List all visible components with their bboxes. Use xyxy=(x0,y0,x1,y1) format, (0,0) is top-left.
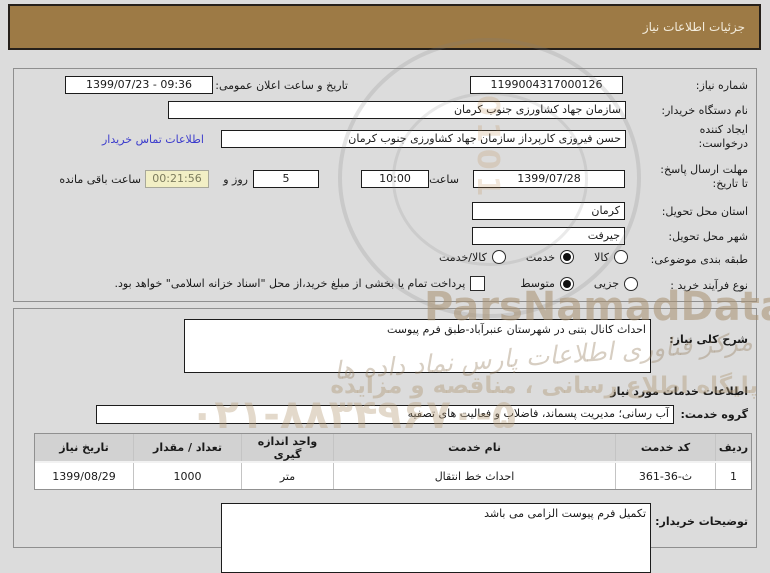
buyer-notes-box[interactable]: تکمیل فرم پیوست الزامی می باشد xyxy=(221,503,651,573)
deadline-label: مهلت ارسال پاسخ: تا تاریخ: xyxy=(660,163,748,190)
service-group-field[interactable]: آب رسانی؛ مدیریت پسماند، فاضلاب و فعالیت… xyxy=(96,405,674,424)
need-description-label: شرح کلی نیاز: xyxy=(669,333,748,346)
announce-datetime-field[interactable]: 1399/07/23 - 09:36 xyxy=(65,76,213,94)
buyer-notes-label: توضیحات خریدار: xyxy=(655,515,748,528)
cell-service-name: احداث خط انتقال xyxy=(333,463,615,489)
buyer-contact-link[interactable]: اطلاعات تماس خریدار xyxy=(102,133,204,147)
countdown-timer: 00:21:56 xyxy=(145,170,209,188)
header-need-date: تاریخ نیاز xyxy=(59,441,109,454)
process-type-label: نوع فرآیند خرید : xyxy=(670,279,748,292)
need-number-field[interactable]: 1199004317000126 xyxy=(470,76,623,94)
days-label: روز و xyxy=(223,173,248,186)
title-bar: جزئیات اطلاعات نیاز xyxy=(8,4,761,50)
header-service-code: کد خدمت xyxy=(615,434,715,461)
radio-service-icon[interactable] xyxy=(560,250,575,264)
deadline-date-field[interactable]: 1399/07/28 xyxy=(473,170,625,188)
hours-remaining-label: ساعت باقی مانده xyxy=(59,173,141,186)
buyer-org-label: نام دستگاه خریدار: xyxy=(661,104,748,117)
radio-goods-service-label: کالا/خدمت xyxy=(439,250,487,264)
service-group-label: گروه خدمت: xyxy=(680,408,748,421)
services-table: ردیف کد خدمت نام خدمت واحد اندازه گیری ت… xyxy=(34,433,752,490)
cell-need-date: 1399/08/29 xyxy=(52,469,116,483)
classification-options: کالا خدمت کالا/خدمت xyxy=(439,250,628,264)
services-table-header: ردیف کد خدمت نام خدمت واحد اندازه گیری ت… xyxy=(35,434,751,463)
need-description-box[interactable]: احداث کانال بتنی در شهرستان عنبرآباد-طبق… xyxy=(184,319,651,373)
treasury-checkbox-label: پرداخت تمام یا بخشی از مبلغ خرید،از محل … xyxy=(114,277,466,290)
cell-quantity: 1000 xyxy=(133,463,241,489)
table-row: 1 361-36-ث احداث خط انتقال متر 1000 1399… xyxy=(35,463,751,489)
cell-service-code: 361-36-ث xyxy=(615,463,715,489)
creator-field[interactable]: حسن فیروزی کارپرداز سازمان جهاد کشاورزی … xyxy=(221,130,626,148)
process-type-options: جزیی متوسط پرداخت تمام یا بخشی از مبلغ خ… xyxy=(115,276,638,291)
buyer-org-field[interactable]: سازمان جهاد کشاورزی جنوب کرمان xyxy=(168,101,626,119)
announce-datetime-label: تاریخ و ساعت اعلان عمومی: xyxy=(215,79,348,92)
creator-label: ایجاد کننده درخواست: xyxy=(698,123,748,150)
days-remaining-field: 5 xyxy=(253,170,319,188)
need-info-panel: شماره نیاز: 1199004317000126 تاریخ و ساع… xyxy=(13,68,757,302)
radio-partial-label: جزیی xyxy=(593,277,619,290)
need-number-label: شماره نیاز: xyxy=(695,79,748,92)
province-field[interactable]: کرمان xyxy=(472,202,625,220)
header-service-name: نام خدمت xyxy=(333,434,615,461)
header-row-number: ردیف xyxy=(715,434,751,461)
classification-label: طبقه بندی موضوعی: xyxy=(650,253,748,266)
page: { "titlebar": { "title": "جزئیات اطلاعات… xyxy=(0,0,770,573)
radio-medium-label: متوسط xyxy=(520,277,555,290)
hour-label: ساعت xyxy=(429,173,459,186)
deadline-time-field[interactable]: 10:00 xyxy=(361,170,429,188)
header-unit: واحد اندازه گیری xyxy=(241,434,333,461)
radio-medium-icon[interactable] xyxy=(559,276,574,291)
radio-service-label: خدمت xyxy=(525,250,556,264)
city-label: شهر محل تحویل: xyxy=(668,230,748,243)
treasury-checkbox[interactable] xyxy=(470,276,486,291)
header-quantity: تعداد / مقدار xyxy=(133,434,241,461)
services-heading: اطلاعات خدمات مورد نیاز xyxy=(610,385,748,398)
services-panel: شرح کلی نیاز: احداث کانال بتنی در شهرستا… xyxy=(13,308,757,573)
radio-goods-label: کالا xyxy=(594,250,609,264)
radio-goods-icon[interactable] xyxy=(614,250,628,264)
page-title: جزئیات اطلاعات نیاز xyxy=(642,20,745,34)
cell-unit: متر xyxy=(241,463,333,489)
city-field[interactable]: جیرفت xyxy=(472,227,625,245)
radio-goods-service-icon[interactable] xyxy=(491,250,506,264)
radio-partial-icon[interactable] xyxy=(624,276,638,291)
province-label: استان محل تحویل: xyxy=(661,205,748,218)
cell-row-number: 1 xyxy=(715,463,751,489)
